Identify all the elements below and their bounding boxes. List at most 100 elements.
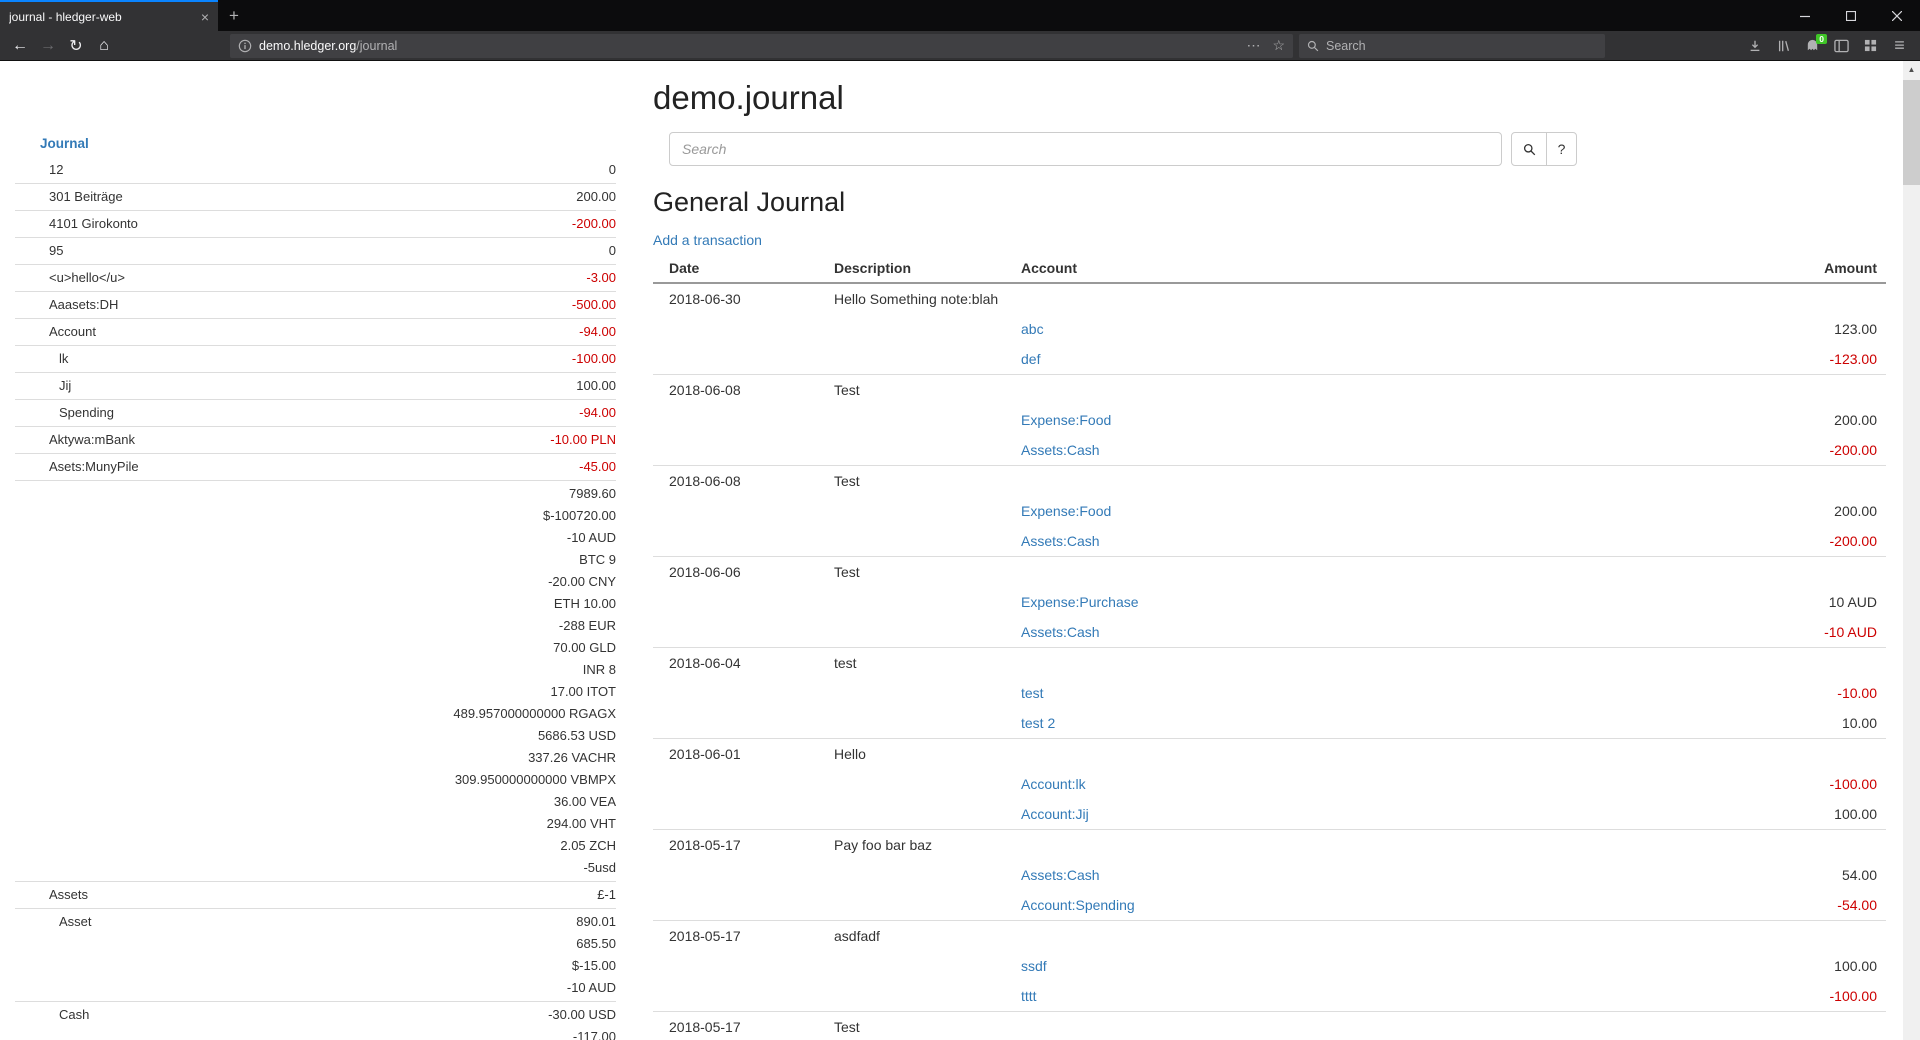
- column-header-description: Description: [818, 255, 1005, 283]
- account-name-link[interactable]: Jij: [15, 373, 275, 400]
- transaction-row[interactable]: 2018-05-17Test: [653, 1012, 1886, 1040]
- page-scrollbar[interactable]: ▲: [1903, 61, 1920, 1040]
- account-name-link[interactable]: Aktywa:mBank: [15, 427, 275, 454]
- posting-account-link[interactable]: Account:Jij: [1021, 806, 1089, 822]
- posting-account-link[interactable]: Expense:Food: [1021, 412, 1111, 428]
- transaction-row[interactable]: 2018-06-01Hello: [653, 739, 1886, 770]
- back-button[interactable]: ←: [6, 33, 34, 59]
- sidebar-toggle-icon[interactable]: [1827, 33, 1856, 59]
- empty-account-cell: [1005, 739, 1696, 770]
- posting-account-link[interactable]: Assets:Cash: [1021, 533, 1100, 549]
- maximize-button[interactable]: [1828, 0, 1874, 31]
- transaction-row[interactable]: 2018-05-17asdfadf: [653, 921, 1886, 952]
- account-name-link[interactable]: Cash: [15, 1002, 275, 1040]
- account-balance: -94.00: [275, 319, 617, 346]
- journal-header-row: Date Description Account Amount: [653, 255, 1886, 283]
- posting-row: abc123.00: [653, 314, 1886, 344]
- library-icon[interactable]: [1769, 33, 1798, 59]
- posting-account-link[interactable]: Account:lk: [1021, 776, 1086, 792]
- journal-link[interactable]: Journal: [15, 131, 616, 157]
- posting-account-link[interactable]: Expense:Purchase: [1021, 594, 1139, 610]
- scrollbar-thumb[interactable]: [1903, 80, 1920, 185]
- account-name-link[interactable]: <u>hello</u>: [15, 265, 275, 292]
- empty-amount-cell: [1696, 375, 1886, 406]
- search-help-button[interactable]: ?: [1546, 132, 1577, 166]
- downloads-icon[interactable]: [1740, 33, 1769, 59]
- sidebar-account-row: Spending-94.00: [15, 400, 616, 427]
- transaction-row[interactable]: 2018-05-17Pay foo bar baz: [653, 830, 1886, 861]
- posting-account-link[interactable]: Expense:Food: [1021, 503, 1111, 519]
- balance-amount: 200.00: [275, 186, 617, 208]
- transaction-row[interactable]: 2018-06-30Hello Something note:blah: [653, 283, 1886, 314]
- empty-description-cell: [818, 587, 1005, 617]
- reload-button[interactable]: ↻: [62, 33, 90, 59]
- account-name-link[interactable]: lk: [15, 346, 275, 373]
- empty-date-cell: [653, 981, 818, 1012]
- browser-tab[interactable]: journal - hledger-web ×: [0, 0, 218, 31]
- url-bar[interactable]: demo.hledger.org/journal ⋯ ☆: [230, 34, 1293, 58]
- search-icon: [1523, 143, 1536, 156]
- balance-amount: 685.50: [275, 933, 617, 955]
- posting-account-link[interactable]: Assets:Cash: [1021, 442, 1100, 458]
- posting-account-cell: Account:Spending: [1005, 890, 1696, 921]
- menu-icon[interactable]: ≡: [1885, 33, 1914, 59]
- posting-row: Account:lk-100.00: [653, 769, 1886, 799]
- extension-icon[interactable]: 0: [1798, 33, 1827, 59]
- sidebar-account-row: 4101 Girokonto-200.00: [15, 211, 616, 238]
- account-name-link[interactable]: 301 Beiträge: [15, 184, 275, 211]
- add-transaction-link[interactable]: Add a transaction: [653, 231, 762, 249]
- posting-account-link[interactable]: ssdf: [1021, 958, 1047, 974]
- empty-date-cell: [653, 526, 818, 557]
- account-name-link[interactable]: 12: [15, 157, 275, 184]
- posting-account-cell: ssdf: [1005, 951, 1696, 981]
- transaction-description: Test: [818, 466, 1005, 497]
- search-submit-button[interactable]: [1511, 132, 1547, 166]
- account-name-link[interactable]: Asset: [15, 909, 275, 1002]
- account-name-link[interactable]: Assets: [15, 882, 275, 909]
- transaction-row[interactable]: 2018-06-04test: [653, 648, 1886, 679]
- scrollbar-up-icon[interactable]: ▲: [1903, 61, 1920, 78]
- posting-account-cell: abc: [1005, 314, 1696, 344]
- journal-search-input[interactable]: [669, 132, 1502, 166]
- posting-account-link[interactable]: abc: [1021, 321, 1044, 337]
- forward-button[interactable]: →: [34, 33, 62, 59]
- account-name-link[interactable]: Spending: [15, 400, 275, 427]
- account-name-link[interactable]: Account: [15, 319, 275, 346]
- browser-search-bar[interactable]: Search: [1299, 34, 1605, 58]
- sidebar-account-row: Asets:MunyPile-45.00: [15, 454, 616, 481]
- transaction-row[interactable]: 2018-06-08Test: [653, 375, 1886, 406]
- minimize-button[interactable]: [1782, 0, 1828, 31]
- balance-amount: $-15.00: [275, 955, 617, 977]
- close-icon: [1892, 11, 1902, 21]
- posting-account-link[interactable]: def: [1021, 351, 1040, 367]
- account-name-link[interactable]: Asets:MunyPile: [15, 454, 275, 481]
- page-actions-icon[interactable]: ⋯: [1246, 37, 1260, 54]
- posting-account-link[interactable]: tttt: [1021, 988, 1037, 1004]
- posting-row: Assets:Cash-200.00: [653, 435, 1886, 466]
- grid-icon[interactable]: [1856, 33, 1885, 59]
- maximize-icon: [1846, 11, 1856, 21]
- transaction-date: 2018-05-17: [653, 830, 818, 861]
- posting-account-link[interactable]: Assets:Cash: [1021, 867, 1100, 883]
- posting-account-link[interactable]: Account:Spending: [1021, 897, 1135, 913]
- account-name-link[interactable]: 95: [15, 238, 275, 265]
- posting-row: Assets:Cash-10 AUD: [653, 617, 1886, 648]
- account-name-link[interactable]: 4101 Girokonto: [15, 211, 275, 238]
- search-buttons: ?: [1511, 132, 1577, 166]
- balance-amount: -500.00: [275, 294, 617, 316]
- home-button[interactable]: ⌂: [90, 33, 118, 59]
- new-tab-button[interactable]: +: [218, 0, 250, 31]
- empty-amount-cell: [1696, 921, 1886, 952]
- tab-close-icon[interactable]: ×: [201, 9, 209, 25]
- close-button[interactable]: [1874, 0, 1920, 31]
- account-name-link[interactable]: Aaasets:DH: [15, 292, 275, 319]
- posting-account-link[interactable]: test 2: [1021, 715, 1055, 731]
- transaction-row[interactable]: 2018-06-06Test: [653, 557, 1886, 588]
- transaction-row[interactable]: 2018-06-08Test: [653, 466, 1886, 497]
- account-name-link: [15, 481, 275, 882]
- posting-account-link[interactable]: test: [1021, 685, 1044, 701]
- site-info-icon[interactable]: [238, 39, 252, 53]
- bookmark-star-icon[interactable]: ☆: [1272, 37, 1285, 54]
- empty-date-cell: [653, 344, 818, 375]
- posting-account-link[interactable]: Assets:Cash: [1021, 624, 1100, 640]
